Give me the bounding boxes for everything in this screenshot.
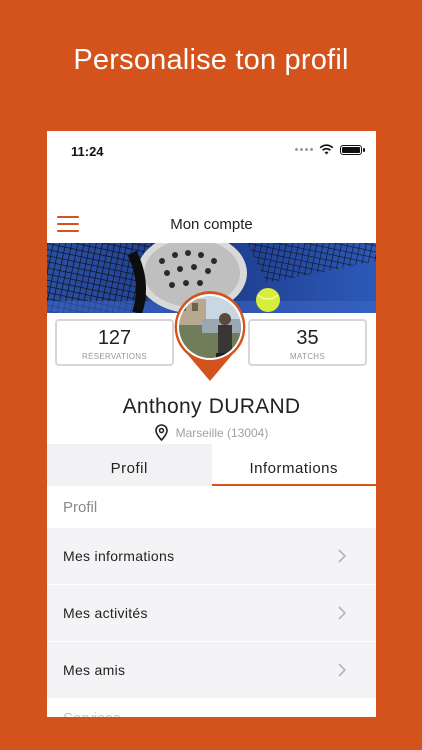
matchs-label: MATCHS	[290, 352, 325, 361]
menu-item-label: Mes amis	[63, 662, 126, 678]
menu-item-mes-amis[interactable]: Mes amis	[47, 642, 376, 699]
reservations-label: RÉSERVATIONS	[82, 352, 147, 361]
phone-screen: 11:24 Mon compte 127 RÉSERVATIONS 35 MAT…	[47, 131, 376, 717]
profile-tabs: Profil Informations	[47, 444, 376, 486]
user-last-name: DURAND	[208, 395, 301, 418]
signal-dots-icon	[295, 148, 313, 151]
reservations-count: 127	[97, 327, 132, 349]
menu-item-label: Mes informations	[63, 548, 175, 564]
section-title: Profil	[47, 487, 376, 527]
chevron-right-icon	[338, 606, 346, 620]
chevron-right-icon	[338, 549, 346, 563]
battery-icon	[340, 144, 365, 155]
headline: Personalise ton profil	[73, 44, 349, 76]
user-location: Marseille (13004)	[47, 424, 376, 441]
tab-profil[interactable]: Profil	[47, 444, 212, 486]
reservations-stat[interactable]: 127 RÉSERVATIONS	[55, 319, 174, 366]
navbar: Mon compte	[47, 205, 376, 245]
avatar[interactable]	[172, 289, 248, 382]
wifi-icon	[319, 144, 334, 155]
status-icons	[295, 144, 365, 155]
page-title: Mon compte	[170, 216, 253, 233]
status-bar: 11:24	[47, 131, 376, 171]
user-name: Anthony DURAND	[47, 395, 376, 419]
user-first-name: Anthony	[122, 395, 202, 418]
location-text: Marseille (13004)	[175, 425, 269, 440]
matchs-count: 35	[296, 327, 319, 349]
menu-item-mes-activites[interactable]: Mes activités	[47, 585, 376, 642]
menu-item-mes-informations[interactable]: Mes informations	[47, 528, 376, 585]
location-pin-icon	[154, 424, 168, 441]
section-title-services: Services	[47, 702, 376, 717]
tab-informations[interactable]: Informations	[211, 444, 376, 486]
menu-item-label: Mes activités	[63, 605, 148, 621]
chevron-right-icon	[338, 663, 346, 677]
matchs-stat[interactable]: 35 MATCHS	[248, 319, 367, 366]
status-time: 11:24	[71, 144, 104, 159]
menu-list: Mes informations Mes activités Mes amis	[47, 528, 376, 699]
